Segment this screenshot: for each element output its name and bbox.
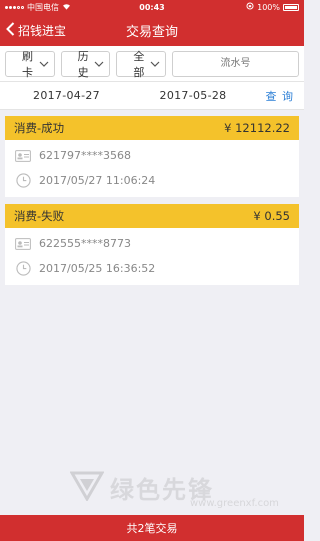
start-date-field[interactable]: 2017-04-27 — [0, 89, 133, 102]
battery-percent: 100% — [257, 2, 280, 12]
filter-bar: 刷卡 历史 全部 — [0, 46, 304, 82]
type-select-value: 刷卡 — [22, 49, 33, 79]
transaction-card[interactable]: 消费-成功 ¥ 12112.22 621797****3568 2017/05/… — [5, 116, 299, 197]
back-button[interactable]: 招钱进宝 — [0, 21, 67, 39]
transaction-header: 消费-成功 ¥ 12112.22 — [5, 116, 299, 140]
footer-summary: 共2笔交易 — [0, 515, 304, 541]
status-bar: 中国电信 00:43 100% — [0, 0, 304, 14]
card-number-row: 621797****3568 — [5, 143, 299, 168]
wifi-icon — [62, 3, 71, 12]
transaction-time: 2017/05/27 11:06:24 — [39, 174, 156, 187]
transaction-amount: ¥ 12112.22 — [224, 121, 290, 135]
back-label: 招钱进宝 — [18, 23, 67, 38]
date-range-bar: 2017-04-27 2017-05-28 查 询 — [0, 82, 304, 110]
nav-bar: 招钱进宝 交易查询 — [0, 14, 304, 46]
lock-rotation-icon — [246, 2, 254, 12]
transaction-title: 消费-失败 — [14, 209, 65, 223]
transaction-title: 消费-成功 — [14, 121, 65, 135]
transaction-time: 2017/05/25 16:36:52 — [39, 262, 156, 275]
chevron-down-icon — [94, 57, 104, 70]
carrier-label: 中国电信 — [27, 2, 59, 12]
card-number-row: 622555****8773 — [5, 231, 299, 256]
watermark-logo-icon — [69, 471, 105, 505]
status-select-value: 全部 — [133, 49, 145, 79]
signal-icon — [5, 5, 24, 9]
time-row: 2017/05/25 16:36:52 — [5, 256, 299, 281]
status-time: 00:43 — [139, 2, 165, 12]
transaction-list: 消费-成功 ¥ 12112.22 621797****3568 2017/05/… — [0, 110, 304, 285]
chevron-left-icon — [6, 21, 15, 39]
serial-number-input[interactable] — [172, 50, 300, 77]
transaction-card[interactable]: 消费-失败 ¥ 0.55 622555****8773 2017/05/25 1… — [5, 204, 299, 285]
transaction-header: 消费-失败 ¥ 0.55 — [5, 204, 299, 228]
period-select-value: 历史 — [77, 49, 89, 79]
time-row: 2017/05/27 11:06:24 — [5, 168, 299, 193]
chevron-down-icon — [150, 57, 160, 70]
card-number: 622555****8773 — [39, 237, 131, 250]
clock-icon — [15, 261, 31, 277]
clock-icon — [15, 173, 31, 189]
status-select[interactable]: 全部 — [116, 49, 167, 79]
type-select[interactable]: 刷卡 — [5, 49, 55, 79]
query-button[interactable]: 查 询 — [253, 88, 304, 104]
id-card-icon — [15, 148, 31, 164]
id-card-icon — [15, 236, 31, 252]
end-date-field[interactable]: 2017-05-28 — [133, 89, 253, 102]
card-number: 621797****3568 — [39, 149, 131, 162]
period-select[interactable]: 历史 — [60, 49, 111, 79]
watermark: 绿色先锋 www.greenxf.com — [69, 470, 279, 509]
transaction-amount: ¥ 0.55 — [253, 209, 290, 223]
watermark-url: www.greenxf.com — [190, 498, 279, 509]
battery-icon — [283, 3, 299, 11]
transaction-count: 共2笔交易 — [126, 522, 178, 535]
chevron-down-icon — [39, 57, 49, 70]
